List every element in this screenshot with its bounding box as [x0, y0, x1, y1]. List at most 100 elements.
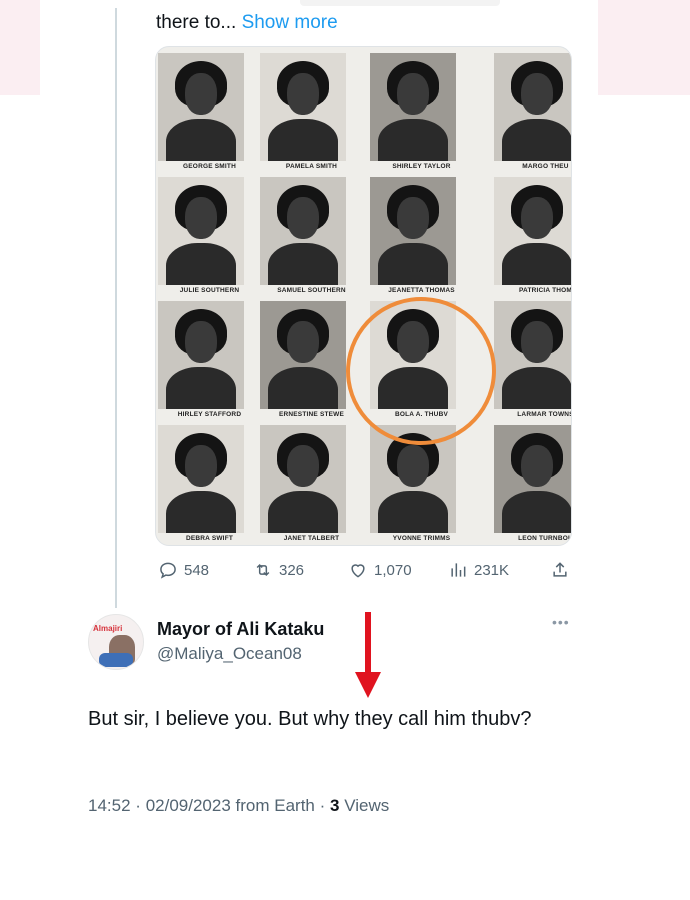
portrait-face	[287, 321, 319, 363]
views-count: 231K	[474, 561, 510, 579]
tweet-action-bar: 548 326 1,070 231K	[158, 560, 578, 584]
views-label: Views	[344, 796, 390, 815]
yearbook-portrait: PAMELA SMITH	[260, 53, 363, 175]
tweet-text-fragment: there to...	[156, 12, 237, 33]
yearbook-portrait: DEBRA SWIFT	[158, 425, 261, 545]
portrait-face	[185, 197, 217, 239]
portrait-name: JANET TALBERT	[283, 535, 340, 542]
like-action[interactable]: 1,070	[348, 560, 412, 580]
portrait-face	[521, 321, 553, 363]
portrait-name: GEORGE SMITH	[183, 163, 236, 170]
portrait-face	[185, 73, 217, 115]
portrait-name: SHIRLEY TAYLOR	[392, 163, 451, 170]
reply-count: 548	[184, 561, 210, 579]
tweet-meta: 14:52 · 02/09/2023 from Earth · 3 Views	[88, 796, 389, 816]
portrait-body	[166, 119, 236, 161]
avatar[interactable]: Almajiri	[88, 614, 144, 670]
yearbook-portrait: SHIRLEY TAYLOR	[370, 53, 473, 175]
views-number: 3	[330, 796, 340, 815]
portrait-name: PATRICIA THOM	[518, 287, 572, 294]
portrait-name: PAMELA SMITH	[285, 163, 338, 170]
meta-separator: ·	[135, 796, 141, 815]
portrait-face	[287, 73, 319, 115]
portrait-photo	[494, 53, 571, 161]
portrait-face	[521, 73, 553, 115]
portrait-name: HIRLEY STAFFORD	[177, 411, 242, 418]
red-arrow-annotation	[355, 612, 381, 698]
yearbook-portrait: GEORGE SMITH	[158, 53, 261, 175]
portrait-face	[521, 197, 553, 239]
background-tint-right	[598, 0, 690, 95]
avatar-brand: Almajiri	[93, 624, 123, 633]
previous-element-edge	[300, 0, 500, 6]
meta-separator: ·	[319, 796, 326, 815]
portrait-face	[185, 445, 217, 487]
repost-action[interactable]: 326	[253, 560, 304, 580]
yearbook-portrait: JEANETTA THOMAS	[370, 177, 473, 299]
display-name[interactable]: Mayor of Ali Kataku	[157, 619, 324, 640]
portrait-body	[166, 491, 236, 533]
portrait-photo	[494, 425, 571, 533]
portrait-name: YVONNE TRIMMS	[392, 535, 451, 542]
portrait-photo	[158, 301, 244, 409]
yearbook-photo[interactable]: GEORGE SMITH PAMELA SMITH SHIRLEY TAYLOR MA…	[155, 46, 572, 546]
portrait-photo	[494, 301, 571, 409]
portrait-name: LARMAR TOWNS	[517, 411, 572, 418]
portrait-name: DEBRA SWIFT	[185, 535, 234, 542]
portrait-body	[502, 491, 571, 533]
portrait-face	[185, 321, 217, 363]
portrait-body	[268, 491, 338, 533]
portrait-photo	[494, 177, 571, 285]
portrait-body	[268, 367, 338, 409]
tweet-truncated-text: there to... Show more	[156, 10, 338, 36]
repost-count: 326	[279, 561, 305, 579]
portrait-photo	[158, 425, 244, 533]
portrait-photo	[260, 53, 346, 161]
avatar-figure-base	[99, 653, 133, 667]
more-options-icon[interactable]: •••	[552, 614, 570, 630]
portrait-body	[166, 243, 236, 285]
reply-text: But sir, I believe you. But why they cal…	[88, 708, 532, 730]
yearbook-portrait: JANET TALBERT	[260, 425, 363, 545]
analytics-icon	[451, 563, 466, 577]
portrait-photo	[260, 301, 346, 409]
portrait-body	[166, 367, 236, 409]
yearbook-portrait: SAMUEL SOUTHERN	[260, 177, 363, 299]
portrait-body	[378, 119, 448, 161]
portrait-photo	[158, 53, 244, 161]
yearbook-portrait: PATRICIA THOM	[494, 177, 572, 299]
portrait-face	[287, 197, 319, 239]
portrait-photo	[260, 425, 346, 533]
portrait-photo	[370, 177, 456, 285]
yearbook-portrait: JULIE SOUTHERN	[158, 177, 261, 299]
portrait-name: JULIE SOUTHERN	[179, 287, 240, 294]
tweet-time[interactable]: 14:52	[88, 796, 131, 815]
share-action[interactable]	[550, 560, 570, 580]
portrait-name: MARGO THEU	[522, 163, 569, 170]
reply-icon	[160, 562, 176, 579]
tweet-source: from Earth	[235, 796, 315, 815]
yearbook-portrait: LEON TURNBOU	[494, 425, 571, 545]
portrait-body	[268, 243, 338, 285]
user-handle[interactable]: @Maliya_Ocean08	[157, 644, 302, 664]
show-more-link[interactable]: Show more	[242, 12, 338, 33]
share-icon	[553, 562, 567, 577]
yearbook-portrait: MARGO THEU	[494, 53, 571, 175]
reply-header: Almajiri Mayor of Ali Kataku @Maliya_Oce…	[88, 612, 578, 692]
portrait-face	[397, 73, 429, 115]
portrait-body	[378, 491, 448, 533]
portrait-face	[397, 445, 429, 487]
heart-icon	[351, 564, 365, 578]
portrait-body	[502, 243, 571, 285]
tweet-date[interactable]: 02/09/2023	[146, 796, 231, 815]
background-tint-left	[0, 0, 40, 95]
yearbook-portrait: HIRLEY STAFFORD	[158, 301, 261, 423]
portrait-name: ERNESTINE STEWE	[278, 411, 345, 418]
reply-action[interactable]: 548	[158, 560, 209, 580]
yearbook-portrait: LARMAR TOWNS	[494, 301, 572, 423]
portrait-body	[502, 119, 571, 161]
portrait-face	[521, 445, 553, 487]
views-action[interactable]: 231K	[448, 560, 509, 580]
portrait-body	[378, 243, 448, 285]
portrait-face	[287, 445, 319, 487]
